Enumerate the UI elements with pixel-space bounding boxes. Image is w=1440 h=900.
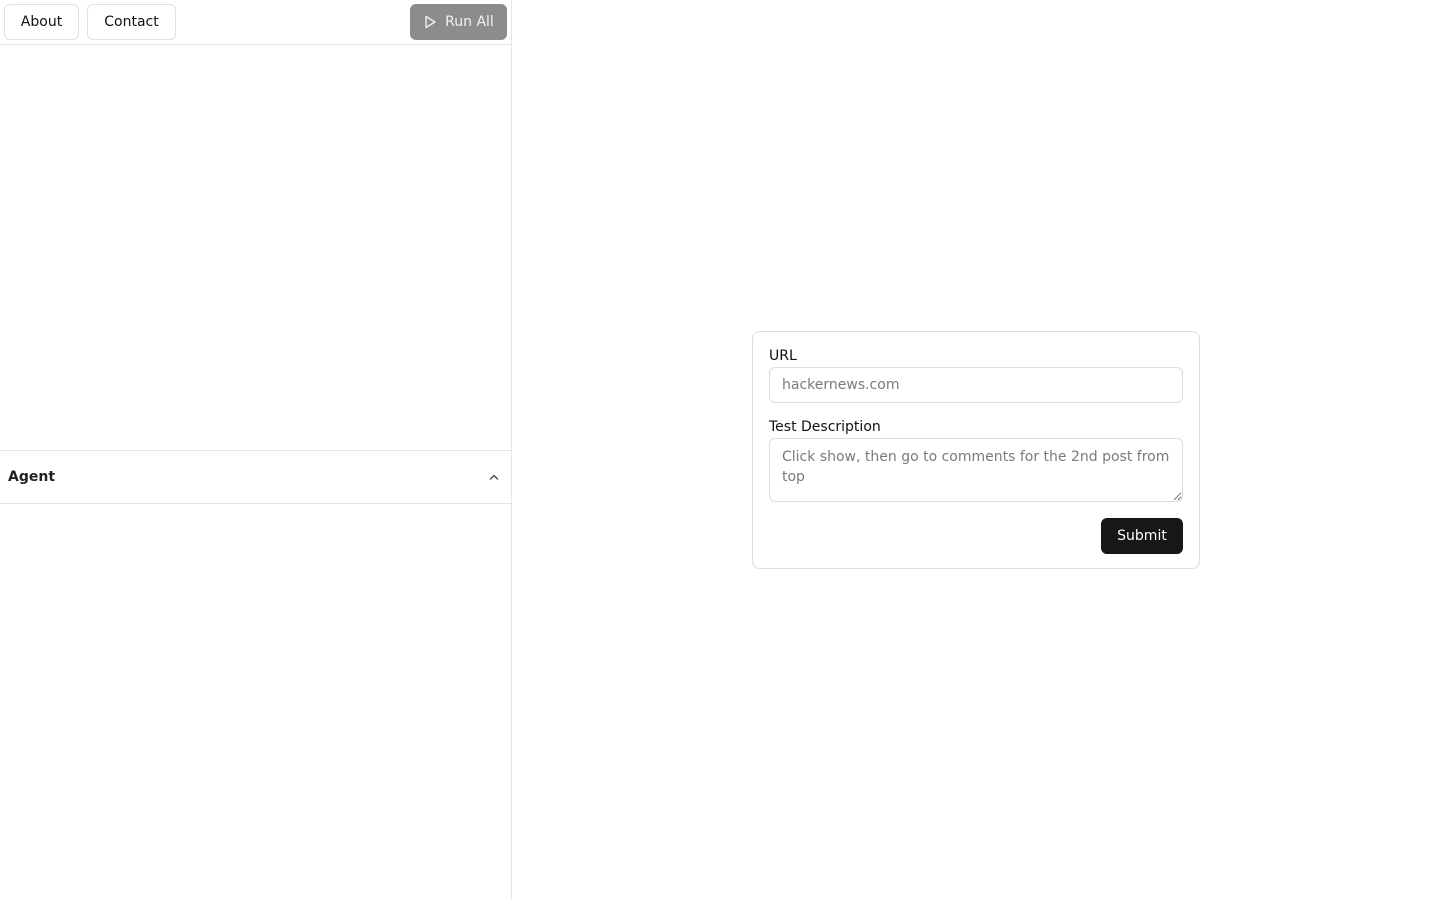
play-icon — [425, 15, 436, 29]
agent-title: Agent — [8, 469, 56, 485]
chevron-up-icon[interactable] — [487, 470, 501, 484]
top-bar: About Contact Run All — [0, 0, 511, 45]
about-button[interactable]: About — [4, 4, 79, 40]
url-label: URL — [769, 348, 797, 364]
test-form-card: URL Test Description Submit — [752, 331, 1200, 569]
submit-button[interactable]: Submit — [1101, 518, 1183, 554]
submit-row: Submit — [769, 518, 1183, 554]
url-input[interactable] — [769, 367, 1183, 403]
contact-button[interactable]: Contact — [87, 4, 176, 40]
test-description-label: Test Description — [769, 419, 881, 435]
run-all-label: Run All — [445, 14, 494, 30]
left-panel: About Contact Run All Agent — [0, 0, 512, 900]
run-all-button[interactable]: Run All — [410, 4, 507, 40]
agent-panel-header[interactable]: Agent — [0, 450, 511, 504]
test-description-textarea[interactable] — [769, 438, 1183, 502]
